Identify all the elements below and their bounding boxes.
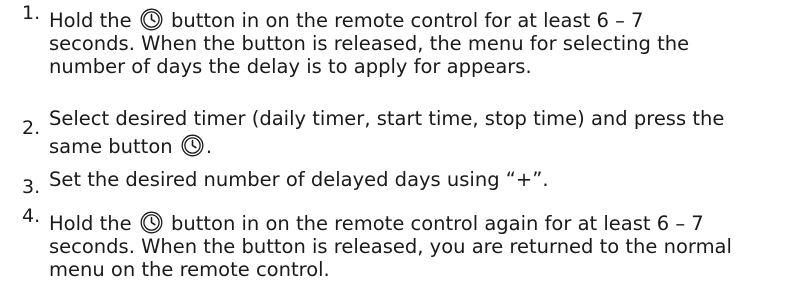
timer-clock-icon [181,134,204,157]
timer-clock-icon [140,8,163,31]
step-text: Hold the button in on the remote control… [49,8,690,78]
step-text: Hold the button in on the remote control… [49,211,732,281]
step-number: 4. [22,205,41,227]
instruction-list: 1. Hold the button in on the remote cont… [0,0,809,297]
step-number: 3. [22,176,41,198]
step-number: 1. [22,2,41,24]
step-text: Set the desired number of delayed days u… [49,168,549,191]
timer-clock-icon [140,211,163,234]
step-text: Select desired timer (daily timer, start… [49,107,725,158]
step-number: 2. [22,117,41,139]
